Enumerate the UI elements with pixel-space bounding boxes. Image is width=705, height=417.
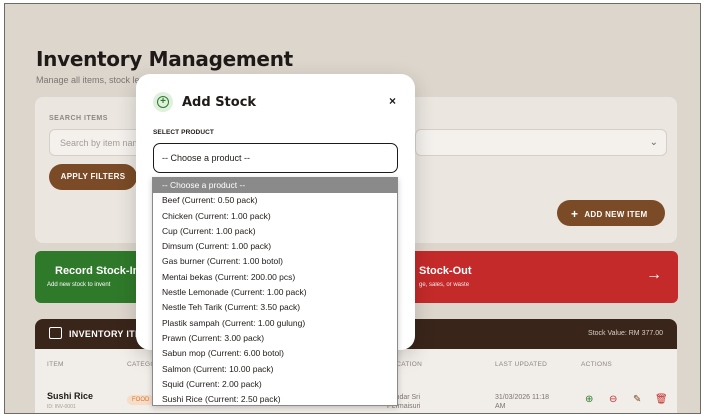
stock-out-title: Stock-Out [419,265,472,277]
dropdown-option[interactable]: Sushi Rice (Current: 2.50 pack) [153,392,397,405]
dropdown-option[interactable]: Beef (Current: 0.50 pack) [153,193,397,208]
dropdown-option[interactable]: Mentai bekas (Current: 200.00 pcs) [153,270,397,285]
dropdown-option[interactable]: -- Choose a product -- [153,178,397,194]
remove-stock-row-icon[interactable]: ⊖ [609,394,617,405]
dropdown-option[interactable]: Sabun mop (Current: 6.00 botol) [153,346,397,361]
apply-filters-button[interactable]: APPLY FILTERS [49,164,137,190]
dropdown-option[interactable]: Nestle Teh Tarik (Current: 3.50 pack) [153,300,397,315]
dropdown-option[interactable]: Squid (Current: 2.00 pack) [153,377,397,392]
dropdown-option[interactable]: Salmon (Current: 10.00 pack) [153,362,397,377]
page-title: Inventory Management [36,47,293,71]
column-header-actions: ACTIONS [581,361,612,368]
table-row-item-name: Sushi Rice [47,391,94,401]
category-badge: FOOD [127,395,155,405]
stock-out-subtitle: ge, sales, or waste [419,282,470,288]
stock-in-title: Record Stock-In [55,265,140,277]
dropdown-option[interactable]: Chicken (Current: 1.00 pack) [153,209,397,224]
inventory-title: INVENTORY ITE [69,329,142,339]
plus-icon: + [571,207,579,221]
stock-in-subtitle: Add new stock to invent [47,282,111,288]
arrow-right-icon: → [646,266,662,283]
page-subtitle: Manage all items, stock le [36,75,140,85]
chevron-down-icon: ⌄ [649,137,658,148]
dropdown-option[interactable]: Nestle Lemonade (Current: 1.00 pack) [153,285,397,300]
edit-icon[interactable]: ✎ [633,394,641,405]
plus-circle-icon: + [153,92,173,112]
column-header-last-updated: LAST UPDATED [495,361,548,368]
delete-icon[interactable]: 🗑 [655,394,668,405]
search-label: SEARCH ITEMS [49,115,108,122]
close-icon[interactable]: × [389,94,396,108]
updated-line-2: AM [495,403,506,410]
modal-title: Add Stock [182,95,257,110]
select-product-label: SELECT PRODUCT [153,129,214,136]
add-new-item-button[interactable]: + ADD NEW ITEM [557,200,665,226]
add-new-item-label: ADD NEW ITEM [584,210,648,219]
filter-select[interactable]: ⌄ [415,129,667,156]
dropdown-option[interactable]: Dimsum (Current: 1.00 pack) [153,239,397,254]
product-dropdown-list: -- Choose a product -- Beef (Current: 0.… [152,177,398,406]
dropdown-option[interactable]: Plastik sampah (Current: 1.00 gulung) [153,316,397,331]
add-stock-row-icon[interactable]: ⊕ [585,394,593,405]
table-row-item-id: ID: INV-0001 [47,404,76,410]
box-icon [49,327,62,339]
updated-line-1: 31/03/2026 11:18 [495,394,549,401]
column-header-item: ITEM [47,361,64,368]
stock-value: Stock Value: RM 377.00 [588,330,663,337]
dropdown-option[interactable]: Prawn (Current: 3.00 pack) [153,331,397,346]
dropdown-option[interactable]: Cup (Current: 1.00 pack) [153,224,397,239]
product-select[interactable]: -- Choose a product -- [153,143,398,173]
record-stock-out-card[interactable]: Stock-Out ge, sales, or waste → [393,251,678,303]
dropdown-option[interactable]: Gas burner (Current: 1.00 botol) [153,254,397,269]
